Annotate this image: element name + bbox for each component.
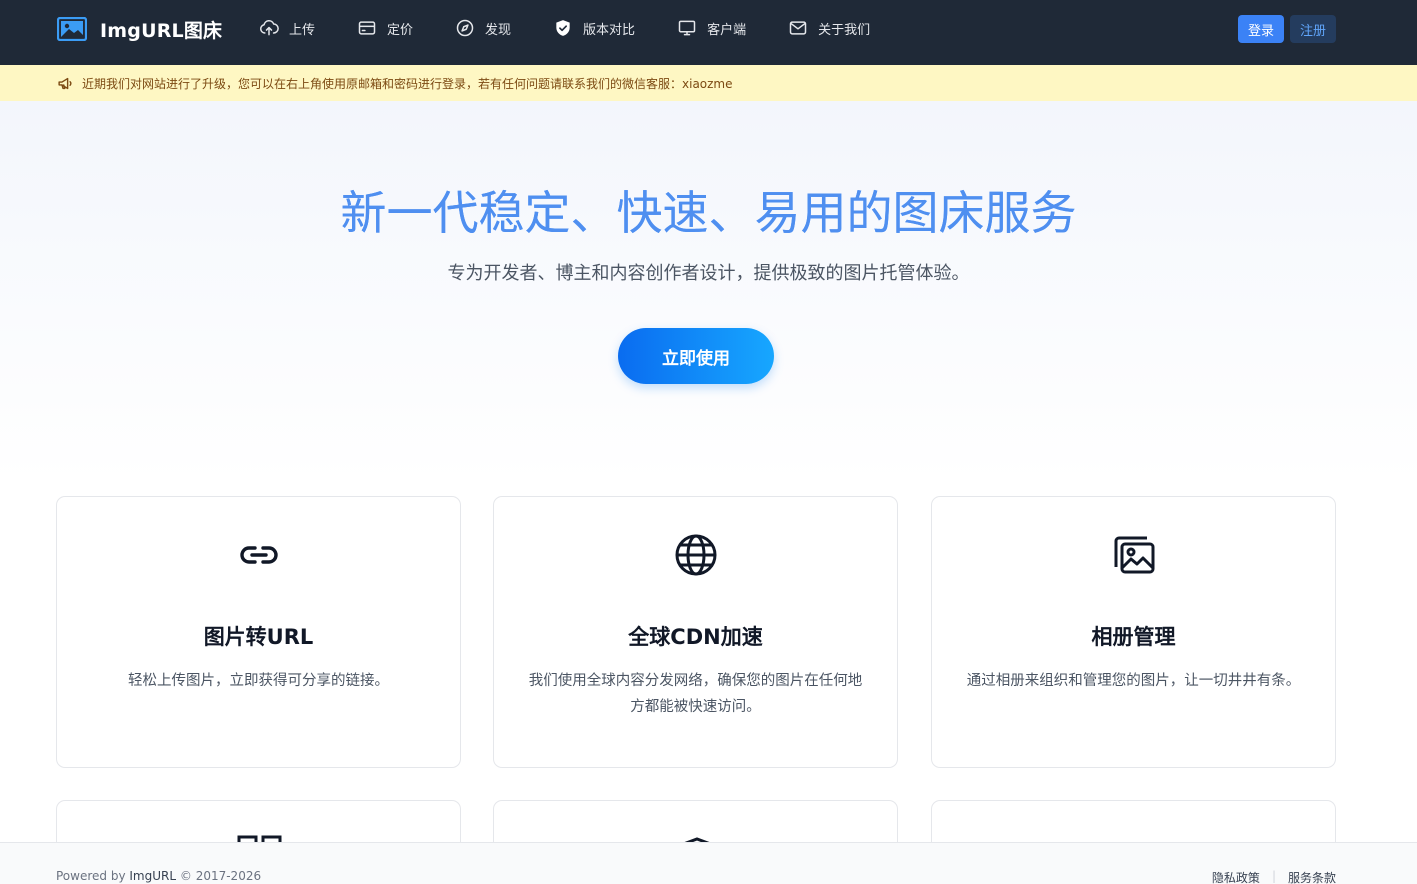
globe-icon	[675, 534, 716, 576]
announcement-bar: 近期我们对网站进行了升级，您可以在右上角使用原邮箱和密码进行登录，若有任何问题请…	[0, 65, 1417, 101]
nav-label: 发现	[485, 22, 512, 38]
link-icon	[239, 546, 278, 564]
feature-card: 全球CDN加速 我们使用全球内容分发网络，确保您的图片在任何地方都能被快速访问。	[493, 496, 898, 768]
feature-title: 相册管理	[1091, 625, 1176, 649]
nav-item-discover[interactable]: 发现	[455, 0, 511, 56]
nav-item-client[interactable]: 客户端	[677, 0, 746, 56]
feature-description: 轻松上传图片，立即获得可分享的链接。	[128, 673, 389, 689]
nav-item-compare[interactable]: 版本对比	[553, 0, 635, 56]
footer-divider: |	[1271, 869, 1276, 883]
credit-card-icon	[358, 21, 376, 35]
main-nav: 上传 定价 发现 版本对比 客户端 关于我们	[259, 0, 912, 56]
monitor-icon	[678, 20, 696, 36]
feature-title: 全球CDN加速	[628, 625, 763, 649]
nav-label: 版本对比	[583, 22, 636, 38]
page-footer: Powered by ImgURL © 2017-2026 隐私政策 | 服务条…	[0, 842, 1417, 884]
shield-check-icon	[556, 20, 570, 36]
terms-of-service-link[interactable]: 服务条款	[1288, 869, 1336, 884]
megaphone-icon	[58, 77, 72, 89]
top-navbar: ImgURL图床 上传 定价 发现 版本对比 客户端 关于我们 登录 注册	[0, 0, 1417, 65]
feature-card: 相册管理 通过相册来组织和管理您的图片，让一切井井有条。	[931, 496, 1336, 768]
feature-title: 图片转URL	[203, 625, 314, 649]
nav-label: 关于我们	[818, 22, 871, 38]
nav-label: 客户端	[707, 22, 747, 38]
images-icon	[1114, 536, 1154, 574]
nav-label: 上传	[289, 22, 316, 38]
compass-icon	[456, 19, 474, 37]
login-button[interactable]: 登录	[1237, 15, 1284, 43]
announcement-text: 近期我们对网站进行了升级，您可以在右上角使用原邮箱和密码进行登录，若有任何问题请…	[82, 76, 733, 91]
image-logo-icon	[57, 17, 87, 41]
privacy-policy-link[interactable]: 隐私政策	[1212, 869, 1260, 884]
hero-subtitle: 专为开发者、博主和内容创作者设计，提供极致的图片托管体验。	[447, 263, 970, 284]
footer-credit: Powered by ImgURL © 2017-2026	[56, 869, 261, 883]
mail-icon	[789, 21, 807, 35]
footer-links: 隐私政策 | 服务条款	[1212, 869, 1336, 884]
copyright-text: © 2017-2026	[179, 869, 262, 883]
feature-card: 图片转URL 轻松上传图片，立即获得可分享的链接。	[56, 496, 461, 768]
powered-by-text: Powered by	[56, 869, 126, 883]
feature-description: 通过相册来组织和管理您的图片，让一切井井有条。	[966, 673, 1301, 689]
nav-label: 定价	[387, 22, 414, 38]
footer-brand-link[interactable]: ImgURL	[129, 869, 176, 883]
nav-item-upload[interactable]: 上传	[259, 0, 315, 56]
register-button[interactable]: 注册	[1289, 15, 1336, 43]
hero-title: 新一代稳定、快速、易用的图床服务	[0, 177, 1417, 243]
auth-buttons: 登录 注册	[1237, 15, 1336, 43]
brand-link[interactable]: ImgURL图床	[57, 16, 222, 42]
get-started-button[interactable]: 立即使用	[618, 328, 774, 384]
feature-description: 我们使用全球内容分发网络，确保您的图片在任何地方都能被快速访问。	[528, 673, 863, 715]
nav-item-pricing[interactable]: 定价	[357, 0, 413, 56]
cloud-upload-icon	[260, 20, 279, 36]
nav-item-about[interactable]: 关于我们	[788, 0, 870, 56]
brand-name: ImgURL图床	[100, 19, 223, 42]
hero-section: 新一代稳定、快速、易用的图床服务 专为开发者、博主和内容创作者设计，提供极致的图…	[0, 101, 1417, 481]
